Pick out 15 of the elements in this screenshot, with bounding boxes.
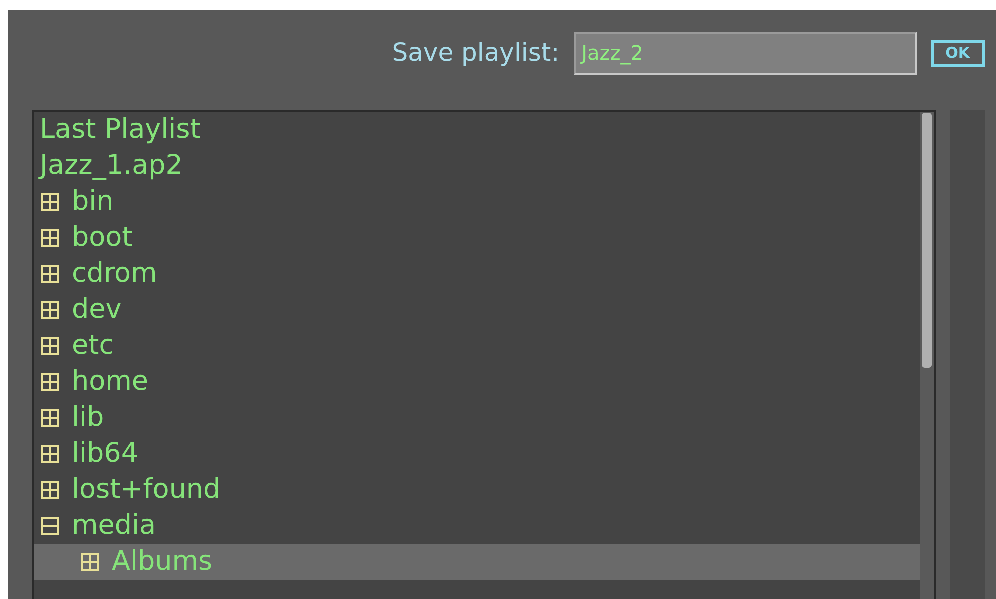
expand-icon[interactable]: [40, 300, 60, 320]
scrollbar[interactable]: [920, 112, 934, 599]
expand-icon[interactable]: [40, 408, 60, 428]
expand-icon[interactable]: [80, 552, 100, 572]
expand-icon[interactable]: [40, 480, 60, 500]
scrollbar-thumb[interactable]: [922, 113, 932, 368]
expand-icon[interactable]: [40, 372, 60, 392]
expand-icon[interactable]: [40, 444, 60, 464]
ok-button[interactable]: OK: [930, 40, 985, 66]
expand-icon[interactable]: [40, 228, 60, 248]
collapse-icon[interactable]: [40, 516, 60, 536]
expand-icon[interactable]: [40, 192, 60, 212]
expand-icon[interactable]: [40, 264, 60, 284]
expand-icon[interactable]: [40, 336, 60, 356]
save-label: Save playlist:: [392, 37, 560, 70]
